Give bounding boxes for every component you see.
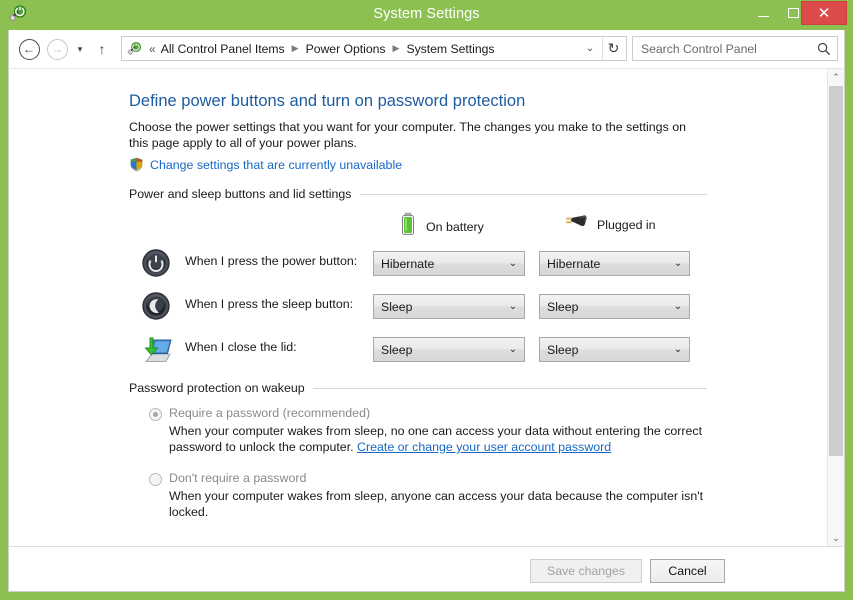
power-button-on-battery-value: Hibernate: [381, 256, 435, 271]
uac-shield-icon: [129, 157, 144, 172]
breadcrumb-dropdown-button[interactable]: ⌄: [580, 37, 600, 60]
change-unavailable-settings-link[interactable]: Change settings that are currently unava…: [150, 158, 402, 172]
chevron-down-icon: ⌄: [508, 301, 518, 312]
minimize-icon: [757, 16, 769, 17]
breadcrumb-item-all-control-panel-items[interactable]: All Control Panel Items: [161, 42, 285, 56]
create-change-password-link[interactable]: Create or change your user account passw…: [357, 440, 611, 454]
chevron-down-icon: ⌄: [673, 344, 683, 355]
window-title: System Settings: [373, 6, 480, 22]
close-lid-on-battery-dropdown[interactable]: Sleep ⌄: [373, 337, 525, 362]
setting-row-power-button: When I press the power button: Hibernate…: [141, 248, 701, 278]
password-group-title: Password protection on wakeup: [129, 381, 305, 395]
radio-require-password-button[interactable]: [149, 408, 162, 421]
on-battery-label: On battery: [426, 219, 484, 234]
power-group-title: Power and sleep buttons and lid settings: [129, 187, 352, 201]
scroll-down-button[interactable]: ⌄: [828, 530, 844, 546]
breadcrumb-item-system-settings[interactable]: System Settings: [406, 42, 494, 56]
column-header-plugged-in: Plugged in: [562, 212, 656, 237]
scrollbar-thumb[interactable]: [829, 86, 843, 456]
radio-dont-require-password-description: When your computer wakes from sleep, any…: [169, 489, 704, 519]
cancel-button[interactable]: Cancel: [650, 559, 725, 583]
breadcrumb-power-options-icon: [126, 41, 143, 57]
footer-bar: Save changes Cancel: [8, 546, 845, 592]
setting-row-close-lid: When I close the lid: Sleep ⌄ Sleep ⌄: [141, 337, 701, 363]
forward-button[interactable]: →: [45, 37, 69, 61]
power-button-icon: [141, 248, 173, 278]
title-bar: System Settings ✕: [0, 0, 853, 28]
search-icon[interactable]: [811, 42, 837, 56]
address-bar: ← → ▾ ↑ « All Control Panel Items ▶ Powe…: [8, 30, 845, 68]
radio-dont-require-password-button[interactable]: [149, 473, 162, 486]
group-divider: [359, 193, 707, 195]
close-button[interactable]: ✕: [801, 1, 847, 25]
breadcrumb-item-power-options[interactable]: Power Options: [306, 42, 386, 56]
up-one-level-button[interactable]: ↑: [93, 37, 111, 61]
system-settings-window: System Settings ✕ ← → ▾ ↑ « All Control …: [0, 0, 853, 600]
maximize-icon: [787, 8, 799, 18]
radio-dont-require-password-label: Don't require a password: [169, 471, 307, 485]
power-button-plugged-in-dropdown[interactable]: Hibernate ⌄: [539, 251, 690, 276]
radio-require-password-description: When your computer wakes from sleep, no …: [169, 423, 709, 455]
power-group-header: Power and sleep buttons and lid settings: [129, 187, 707, 201]
power-button-row-label: When I press the power button:: [185, 254, 358, 268]
radio-option-require-password[interactable]: Require a password (recommended) When yo…: [149, 406, 714, 455]
save-changes-button[interactable]: Save changes: [530, 559, 642, 583]
sleep-button-on-battery-value: Sleep: [381, 299, 413, 314]
chevron-down-icon: ⌄: [673, 301, 683, 312]
column-header-on-battery: On battery: [399, 212, 484, 241]
change-unavailable-settings-row[interactable]: Change settings that are currently unava…: [129, 157, 402, 172]
breadcrumb-separator-icon[interactable]: ▶: [393, 44, 400, 53]
search-input[interactable]: [633, 40, 811, 57]
sleep-button-plugged-in-value: Sleep: [547, 299, 579, 314]
close-lid-on-battery-value: Sleep: [381, 342, 413, 357]
refresh-button[interactable]: ↻: [602, 37, 624, 60]
power-plug-icon: [562, 212, 588, 237]
battery-icon: [399, 212, 417, 241]
recent-locations-button[interactable]: ▾: [71, 37, 89, 61]
chevron-down-icon: ⌄: [508, 258, 518, 269]
close-icon: ✕: [817, 4, 831, 22]
scroll-up-button[interactable]: ⌃: [828, 69, 844, 86]
forward-arrow-icon: →: [46, 38, 68, 60]
content-pane: Define power buttons and turn on passwor…: [8, 68, 845, 546]
chevron-down-icon: ⌄: [673, 258, 683, 269]
close-lid-plugged-in-value: Sleep: [547, 342, 579, 357]
laptop-lid-icon: [141, 334, 173, 364]
power-button-plugged-in-value: Hibernate: [547, 256, 601, 271]
close-lid-row-label: When I close the lid:: [185, 340, 297, 354]
back-button[interactable]: ←: [17, 37, 41, 61]
plugged-in-label: Plugged in: [597, 217, 656, 232]
radio-require-password-label: Require a password (recommended): [169, 406, 371, 420]
power-button-on-battery-dropdown[interactable]: Hibernate ⌄: [373, 251, 525, 276]
search-box[interactable]: [632, 36, 838, 61]
chevron-down-icon: ▾: [77, 43, 83, 54]
breadcrumb-separator-icon[interactable]: ▶: [292, 44, 299, 53]
page-description: Choose the power settings that you want …: [129, 120, 686, 150]
sleep-button-on-battery-dropdown[interactable]: Sleep ⌄: [373, 294, 525, 319]
close-lid-plugged-in-dropdown[interactable]: Sleep ⌄: [539, 337, 690, 362]
chevron-down-icon: ⌄: [832, 533, 840, 543]
sleep-button-icon: [141, 291, 173, 321]
page-title: Define power buttons and turn on passwor…: [129, 92, 526, 110]
back-arrow-icon: ←: [18, 38, 40, 60]
group-divider: [312, 387, 707, 389]
chevron-down-icon: ⌄: [508, 344, 518, 355]
sleep-button-row-label: When I press the sleep button:: [185, 297, 354, 311]
sleep-button-plugged-in-dropdown[interactable]: Sleep ⌄: [539, 294, 690, 319]
up-arrow-icon: ↑: [98, 41, 106, 57]
breadcrumb-overflow-icon[interactable]: «: [149, 42, 156, 56]
vertical-scrollbar[interactable]: ⌃ ⌄: [827, 69, 844, 546]
radio-option-dont-require-password[interactable]: Don't require a password When your compu…: [149, 471, 714, 520]
breadcrumb[interactable]: « All Control Panel Items ▶ Power Option…: [121, 36, 627, 61]
setting-row-sleep-button: When I press the sleep button: Sleep ⌄ S…: [141, 291, 701, 321]
password-group-header: Password protection on wakeup: [129, 381, 707, 395]
chevron-up-icon: ⌃: [832, 72, 840, 82]
